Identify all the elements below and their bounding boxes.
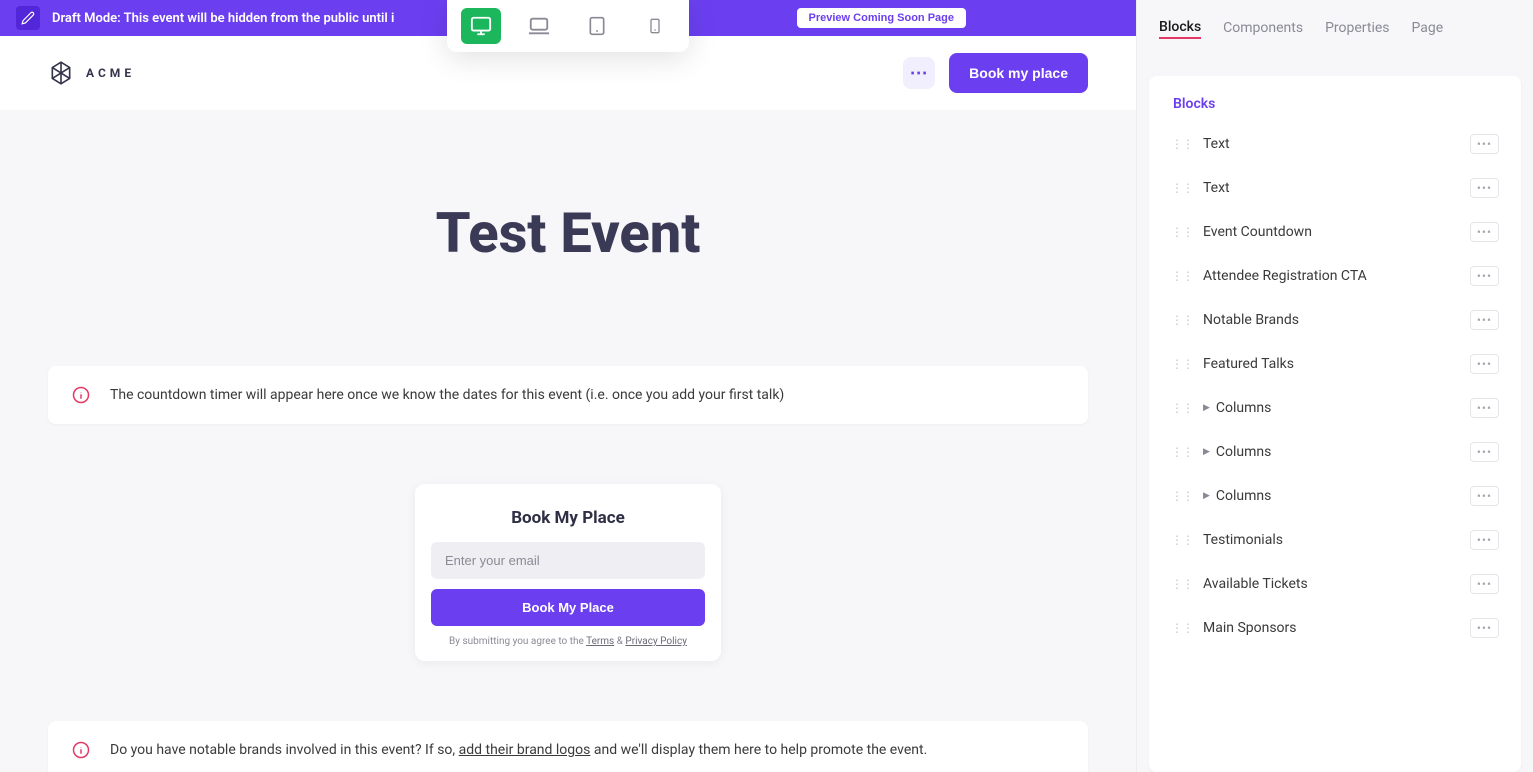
drag-handle-icon[interactable]: ⋮⋮ — [1171, 357, 1193, 371]
logo[interactable]: ACME — [48, 60, 135, 86]
info-icon — [72, 741, 90, 759]
block-label: Attendee Registration CTA — [1203, 268, 1470, 284]
logo-icon — [48, 60, 74, 86]
privacy-link[interactable]: Privacy Policy — [625, 636, 687, 647]
book-my-place-button[interactable]: Book my place — [949, 53, 1088, 93]
legal-pre: By submitting you agree to the — [449, 636, 586, 647]
block-label: Available Tickets — [1203, 576, 1470, 592]
add-brand-logos-link[interactable]: add their brand logos — [459, 742, 591, 758]
brands-info-card: Do you have notable brands involved in t… — [48, 721, 1088, 772]
block-item[interactable]: ⋮⋮ Notable Brands••• — [1161, 298, 1509, 342]
mobile-icon[interactable] — [635, 8, 675, 44]
legal-text: By submitting you agree to the Terms & P… — [431, 636, 705, 647]
block-more-button[interactable]: ••• — [1470, 574, 1499, 594]
tab-blocks[interactable]: Blocks — [1159, 19, 1201, 39]
block-item[interactable]: ⋮⋮ ▶ Columns••• — [1161, 386, 1509, 430]
drag-handle-icon[interactable]: ⋮⋮ — [1171, 313, 1193, 327]
block-more-button[interactable]: ••• — [1470, 486, 1499, 506]
block-item[interactable]: ⋮⋮ Main Sponsors••• — [1161, 606, 1509, 650]
drag-handle-icon[interactable]: ⋮⋮ — [1171, 181, 1193, 195]
drag-handle-icon[interactable]: ⋮⋮ — [1171, 577, 1193, 591]
banner-text: Draft Mode: This event will be hidden fr… — [52, 11, 394, 26]
drag-handle-icon[interactable]: ⋮⋮ — [1171, 401, 1193, 415]
block-more-button[interactable]: ••• — [1470, 310, 1499, 330]
tab-page[interactable]: Page — [1412, 20, 1444, 38]
tablet-icon[interactable] — [577, 8, 617, 44]
info-icon — [72, 386, 90, 404]
block-more-button[interactable]: ••• — [1470, 134, 1499, 154]
booking-card: Book My Place Book My Place By submittin… — [415, 484, 721, 661]
block-more-button[interactable]: ••• — [1470, 266, 1499, 286]
logo-text: ACME — [86, 66, 135, 80]
brands-post: and we'll display them here to help prom… — [590, 742, 927, 758]
page-content: Test Event The countdown timer will appe… — [0, 110, 1136, 772]
event-title: Test Event — [48, 200, 1088, 266]
block-label: Notable Brands — [1203, 312, 1470, 328]
drag-handle-icon[interactable]: ⋮⋮ — [1171, 533, 1193, 547]
drag-handle-icon[interactable]: ⋮⋮ — [1171, 137, 1193, 151]
chevron-right-icon[interactable]: ▶ — [1203, 491, 1210, 501]
drag-handle-icon[interactable]: ⋮⋮ — [1171, 445, 1193, 459]
email-input[interactable] — [431, 542, 705, 579]
countdown-info-card: The countdown timer will appear here onc… — [48, 366, 1088, 424]
block-label: Columns — [1216, 400, 1470, 416]
block-item[interactable]: ⋮⋮ ▶ Columns••• — [1161, 474, 1509, 518]
blocks-list: ⋮⋮Text•••⋮⋮Text•••⋮⋮Event Countdown•••⋮⋮… — [1149, 122, 1521, 650]
chevron-right-icon[interactable]: ▶ — [1203, 403, 1210, 413]
block-item[interactable]: ⋮⋮ Available Tickets••• — [1161, 562, 1509, 606]
block-label: Testimonials — [1203, 532, 1470, 548]
block-item[interactable]: ⋮⋮ Text••• — [1161, 122, 1509, 166]
block-label: Featured Talks — [1203, 356, 1470, 372]
block-label: Event Countdown — [1203, 224, 1470, 240]
block-more-button[interactable]: ••• — [1470, 618, 1499, 638]
block-label: Columns — [1216, 488, 1470, 504]
block-label: Columns — [1216, 444, 1470, 460]
preview-coming-soon-button[interactable]: Preview Coming Soon Page — [797, 8, 966, 28]
block-label: Text — [1203, 136, 1470, 152]
panel-title: Blocks — [1149, 76, 1521, 122]
laptop-icon[interactable] — [519, 8, 559, 44]
pencil-icon — [16, 6, 40, 30]
block-item[interactable]: ⋮⋮ Testimonials••• — [1161, 518, 1509, 562]
block-more-button[interactable]: ••• — [1470, 354, 1499, 374]
block-item[interactable]: ⋮⋮ Text••• — [1161, 166, 1509, 210]
drag-handle-icon[interactable]: ⋮⋮ — [1171, 269, 1193, 283]
block-label: Main Sponsors — [1203, 620, 1470, 636]
drag-handle-icon[interactable]: ⋮⋮ — [1171, 225, 1193, 239]
block-item[interactable]: ⋮⋮ ▶ Columns••• — [1161, 430, 1509, 474]
device-switcher — [447, 0, 689, 52]
brands-info-text: Do you have notable brands involved in t… — [110, 742, 927, 758]
block-more-button[interactable]: ••• — [1470, 530, 1499, 550]
block-item[interactable]: ⋮⋮ Attendee Registration CTA••• — [1161, 254, 1509, 298]
legal-amp: & — [614, 636, 625, 647]
drag-handle-icon[interactable]: ⋮⋮ — [1171, 621, 1193, 635]
desktop-icon[interactable] — [461, 8, 501, 44]
tab-properties[interactable]: Properties — [1325, 20, 1389, 38]
tab-components[interactable]: Components — [1223, 20, 1303, 38]
block-more-button[interactable]: ••• — [1470, 178, 1499, 198]
block-label: Text — [1203, 180, 1470, 196]
header-more-button[interactable]: ⋯ — [903, 57, 935, 89]
blocks-panel: Blocks ⋮⋮Text•••⋮⋮Text•••⋮⋮Event Countdo… — [1149, 76, 1521, 772]
sidebar: Blocks Components Properties Page Blocks ⋮⋮… — [1136, 0, 1533, 772]
chevron-right-icon[interactable]: ▶ — [1203, 447, 1210, 457]
countdown-info-text: The countdown timer will appear here onc… — [110, 387, 784, 403]
book-submit-button[interactable]: Book My Place — [431, 589, 705, 626]
drag-handle-icon[interactable]: ⋮⋮ — [1171, 489, 1193, 503]
header-actions: ⋯ Book my place — [903, 53, 1088, 93]
block-more-button[interactable]: ••• — [1470, 442, 1499, 462]
block-more-button[interactable]: ••• — [1470, 222, 1499, 242]
block-item[interactable]: ⋮⋮ Featured Talks••• — [1161, 342, 1509, 386]
terms-link[interactable]: Terms — [586, 636, 614, 647]
booking-title: Book My Place — [431, 508, 705, 528]
block-item[interactable]: ⋮⋮ Event Countdown••• — [1161, 210, 1509, 254]
block-more-button[interactable]: ••• — [1470, 398, 1499, 418]
main-canvas: Draft Mode: This event will be hidden fr… — [0, 0, 1136, 772]
sidebar-tabs: Blocks Components Properties Page — [1137, 0, 1533, 58]
brands-pre: Do you have notable brands involved in t… — [110, 742, 459, 758]
